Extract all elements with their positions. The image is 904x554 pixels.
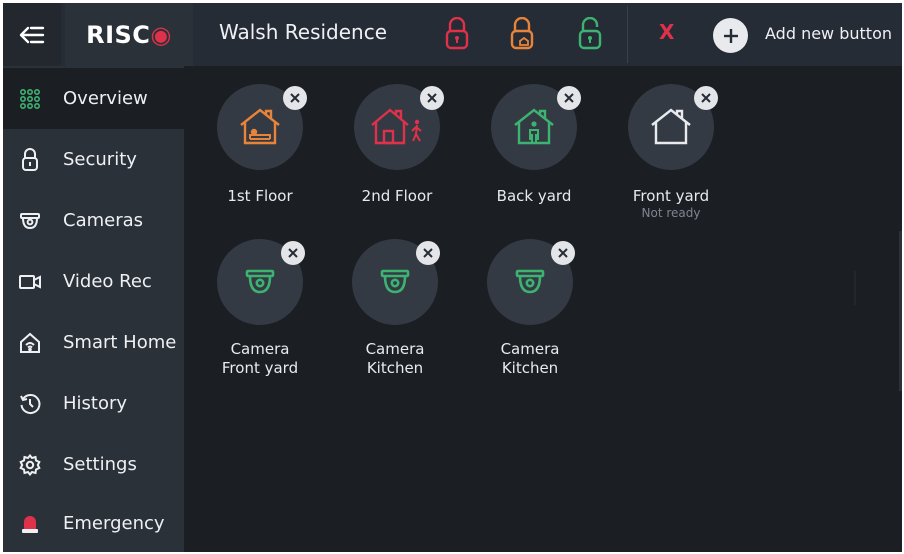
close-icon xyxy=(558,248,568,258)
tile-back-yard[interactable]: Back yard xyxy=(459,84,609,234)
house-walk-icon xyxy=(371,108,422,145)
sidebar-item-label: Smart Home xyxy=(63,332,177,353)
disarm-lock-icon[interactable] xyxy=(577,17,603,51)
brand-logo: RISC◉ xyxy=(65,3,193,66)
sidebar-item-settings[interactable]: Settings xyxy=(3,434,184,495)
tile-label: Back yard xyxy=(496,187,572,205)
site-title: Walsh Residence xyxy=(219,20,388,44)
top-bar: RISC◉ Walsh Residence X Add new button xyxy=(3,3,902,66)
sidebar-item-overview[interactable]: Overview xyxy=(3,68,184,129)
sidebar-item-cameras[interactable]: Cameras xyxy=(3,190,184,251)
tile-label: Front yard xyxy=(632,187,710,205)
sidebar-item-smart-home[interactable]: Smart Home xyxy=(3,312,184,373)
tile-label-line2: Kitchen xyxy=(501,359,559,377)
remove-tile-button[interactable] xyxy=(694,86,718,110)
tile-label-line2: Front yard xyxy=(221,359,299,377)
lock-icon xyxy=(17,147,43,173)
tile-label-line1: Camera xyxy=(230,340,290,358)
camera-icon xyxy=(17,208,43,234)
tile-2nd-floor[interactable]: 2nd Floor xyxy=(322,84,472,234)
sidebar-item-video-rec[interactable]: Video Rec xyxy=(3,251,184,312)
camera-icon xyxy=(245,269,275,294)
tile-label-line1: Camera xyxy=(500,340,560,358)
sidebar-item-label: Settings xyxy=(63,454,137,475)
camera-icon xyxy=(515,269,545,294)
scrollbar[interactable] xyxy=(899,231,902,391)
remove-tile-button[interactable] xyxy=(283,86,307,110)
sidebar-item-label: Emergency xyxy=(63,513,165,534)
sidebar: Overview Security Cameras Video Rec Smar… xyxy=(3,66,184,552)
sidebar-item-label: Security xyxy=(63,149,137,170)
close-icon xyxy=(290,93,300,103)
remove-tile-button[interactable] xyxy=(557,86,581,110)
app-window: RISC◉ Walsh Residence X Add new button O… xyxy=(3,3,902,552)
house-person-icon xyxy=(514,108,554,145)
close-icon xyxy=(564,93,574,103)
sidebar-item-history[interactable]: History xyxy=(3,373,184,434)
tile-label-line1: Camera xyxy=(365,340,425,358)
tile-camera-front-yard[interactable]: Camera Front yard xyxy=(185,239,335,389)
sidebar-item-label: Cameras xyxy=(63,210,144,231)
sidebar-item-label: History xyxy=(63,393,128,414)
house-icon xyxy=(651,108,691,145)
scroll-indicator-faint xyxy=(854,271,856,305)
remove-tile-button[interactable] xyxy=(281,241,305,265)
tile-label: 2nd Floor xyxy=(361,187,433,205)
sidebar-item-label: Video Rec xyxy=(63,271,152,292)
tile-label-line2: Kitchen xyxy=(366,359,424,377)
camera-icon xyxy=(380,269,410,294)
siren-icon xyxy=(17,511,43,537)
remove-tile-button[interactable] xyxy=(551,241,575,265)
remove-tile-button[interactable] xyxy=(420,86,444,110)
close-icon xyxy=(423,248,433,258)
brand-text: RISC◉ xyxy=(86,20,172,49)
toolbar-divider xyxy=(627,6,628,63)
gear-icon xyxy=(17,452,43,478)
sidebar-item-security[interactable]: Security xyxy=(3,129,184,190)
partial-arm-lock-icon[interactable] xyxy=(509,17,535,51)
arm-lock-icon[interactable] xyxy=(444,17,470,51)
tile-status: Not ready xyxy=(641,206,701,220)
close-icon xyxy=(427,93,437,103)
plus-icon xyxy=(723,28,738,43)
tile-1st-floor[interactable]: 1st Floor xyxy=(185,84,335,234)
remove-tile-button[interactable] xyxy=(416,241,440,265)
close-icon xyxy=(701,93,711,103)
house-sleep-icon xyxy=(240,108,280,145)
cancel-edit-button[interactable]: X xyxy=(659,20,674,44)
add-new-button-label[interactable]: Add new button xyxy=(765,24,892,43)
tile-camera-kitchen-2[interactable]: Camera Kitchen xyxy=(455,239,605,389)
sidebar-item-emergency[interactable]: Emergency xyxy=(3,493,184,552)
tile-camera-kitchen[interactable]: Camera Kitchen xyxy=(320,239,470,389)
smart-home-icon xyxy=(17,330,43,356)
add-button[interactable] xyxy=(713,18,748,53)
menu-collapse-icon xyxy=(19,26,45,43)
menu-collapse-button[interactable] xyxy=(3,3,61,66)
sidebar-item-label: Overview xyxy=(63,88,148,109)
tile-front-yard[interactable]: Front yard Not ready xyxy=(596,84,746,234)
close-icon xyxy=(288,248,298,258)
video-icon xyxy=(17,269,43,295)
tile-label: 1st Floor xyxy=(227,187,293,205)
history-icon xyxy=(17,391,43,417)
grid-icon xyxy=(17,86,43,112)
